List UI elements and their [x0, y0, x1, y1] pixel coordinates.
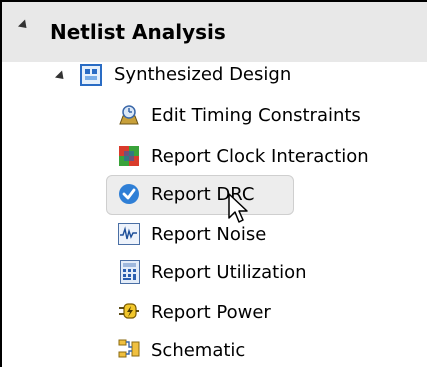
expand-arrow-icon[interactable] [54, 70, 68, 83]
noise-icon [118, 223, 140, 245]
tree-item-label: Report Clock Interaction [151, 146, 369, 167]
tree-item-edit-timing-constraints[interactable]: Edit Timing Constraints [0, 96, 427, 136]
utilization-icon [120, 260, 140, 284]
tree-item-report-noise[interactable]: Report Noise [0, 214, 427, 254]
tree-item-report-clock-interaction[interactable]: Report Clock Interaction [0, 136, 427, 176]
tree-item-label: Report Power [151, 302, 271, 323]
power-icon [118, 300, 140, 322]
tree-item-synthesized-design[interactable]: Synthesized Design [0, 54, 427, 94]
mouse-cursor-icon [228, 193, 248, 223]
tree-item-report-power[interactable]: Report Power [0, 292, 427, 332]
timing-constraints-icon [118, 104, 140, 126]
tree-item-label: Report Noise [151, 224, 267, 245]
clock-interaction-icon [118, 145, 140, 167]
tree-item-label: Edit Timing Constraints [151, 105, 361, 126]
tree-item-schematic[interactable]: Schematic [0, 331, 427, 371]
tree-item-label: Synthesized Design [114, 64, 292, 85]
tree-item-label: Report Utilization [151, 262, 307, 283]
expand-arrow-icon[interactable] [17, 19, 31, 32]
tree-item-report-drc[interactable]: Report DRC [0, 175, 427, 215]
schematic-icon [118, 338, 140, 360]
tree-item-report-utilization[interactable]: Report Utilization [0, 252, 427, 292]
section-header[interactable]: Netlist Analysis [2, 2, 427, 62]
tree-item-label: Schematic [151, 340, 246, 361]
drc-icon [118, 183, 140, 205]
section-title: Netlist Analysis [50, 20, 226, 44]
design-icon [80, 64, 102, 86]
